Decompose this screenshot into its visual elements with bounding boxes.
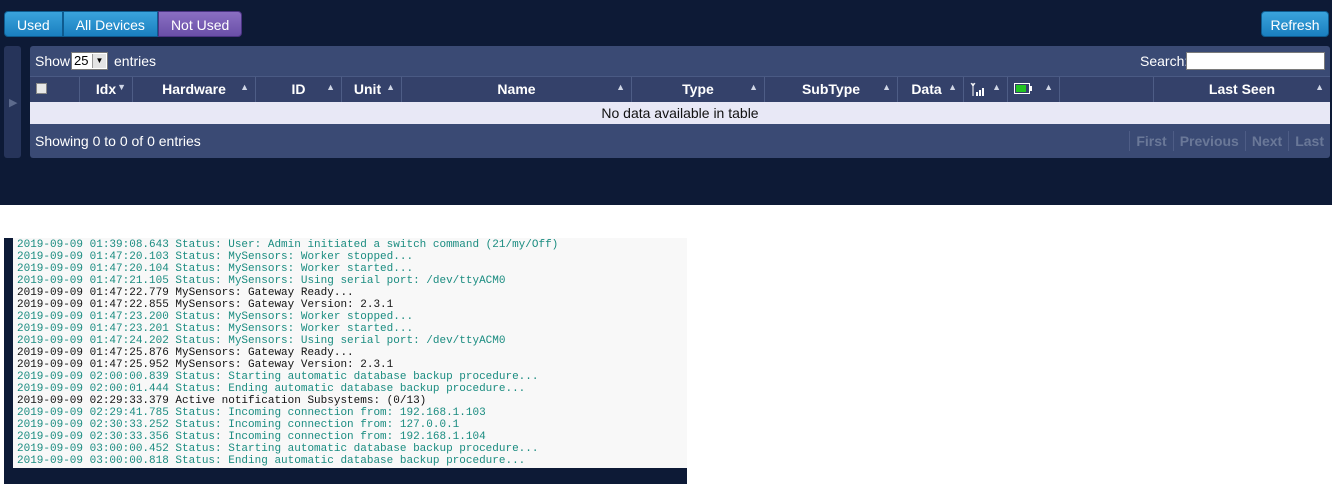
log-line: 2019-09-09 03:00:00.452 Status: Starting… xyxy=(17,443,539,455)
column-hardware[interactable]: Hardware ▲ xyxy=(133,77,256,102)
column-type[interactable]: Type ▲ xyxy=(632,77,765,102)
column-hardware-label: Hardware xyxy=(162,81,226,97)
column-spacer xyxy=(1060,77,1154,102)
log-line: 2019-09-09 01:47:23.200 Status: MySensor… xyxy=(17,311,414,323)
log-output[interactable]: 2019-09-09 01:39:08.643 Status: User: Ad… xyxy=(13,238,687,468)
sort-icon: ▲ xyxy=(1044,82,1053,92)
column-signal[interactable]: ▲ xyxy=(964,77,1008,102)
search-label: Search: xyxy=(1140,53,1189,69)
filter-not-used-button[interactable]: Not Used xyxy=(157,11,243,37)
filter-used-button[interactable]: Used xyxy=(4,11,63,37)
entries-length-value: 25 xyxy=(74,53,89,68)
log-line: 2019-09-09 02:00:01.444 Status: Ending a… xyxy=(17,383,526,395)
table-toolbar: Show 25 ▼ entries Search: xyxy=(30,46,1330,76)
table-info: Showing 0 to 0 of 0 entries xyxy=(35,133,201,149)
column-name-label: Name xyxy=(497,81,536,97)
entries-length-suffix: entries xyxy=(114,53,157,69)
log-line: 2019-09-09 02:00:00.839 Status: Starting… xyxy=(17,371,539,383)
table-footer: Showing 0 to 0 of 0 entries First Previo… xyxy=(30,124,1330,158)
sort-icon: ▲ xyxy=(616,82,625,92)
column-subtype-label: SubType xyxy=(801,81,861,97)
column-unit[interactable]: Unit ▲ xyxy=(342,77,402,102)
empty-table-message: No data available in table xyxy=(30,102,1330,124)
log-line: 2019-09-09 01:39:08.643 Status: User: Ad… xyxy=(17,239,559,251)
log-line: 2019-09-09 01:47:23.201 Status: MySensor… xyxy=(17,323,414,335)
sidebar-toggle[interactable]: ▶ xyxy=(4,46,21,158)
log-line: 2019-09-09 01:47:25.952 MySensors: Gatew… xyxy=(17,359,394,371)
chevron-down-icon: ▼ xyxy=(92,54,106,68)
column-battery[interactable]: ▲ xyxy=(1008,77,1060,102)
column-subtype[interactable]: SubType ▲ xyxy=(765,77,898,102)
log-line: 2019-09-09 01:47:20.103 Status: MySensor… xyxy=(17,251,414,263)
sort-desc-icon: ▼ xyxy=(117,82,126,92)
chevron-right-icon: ▶ xyxy=(9,97,18,109)
log-line: 2019-09-09 01:47:20.104 Status: MySensor… xyxy=(17,263,414,275)
column-id[interactable]: ID ▲ xyxy=(256,77,342,102)
battery-icon xyxy=(1014,83,1032,94)
log-panel: 2019-09-09 01:39:08.643 Status: User: Ad… xyxy=(4,238,687,484)
log-line: 2019-09-09 03:00:00.818 Status: Ending a… xyxy=(17,455,526,467)
sort-icon: ▲ xyxy=(1315,82,1324,92)
pagination-last-button[interactable]: Last xyxy=(1288,131,1330,151)
sort-icon: ▲ xyxy=(948,82,957,92)
sort-icon: ▲ xyxy=(749,82,758,92)
log-line: 2019-09-09 01:47:21.105 Status: MySensor… xyxy=(17,275,506,287)
pagination-next-button[interactable]: Next xyxy=(1244,131,1288,151)
column-idx[interactable]: Idx ▼ xyxy=(80,77,133,102)
select-all-checkbox[interactable] xyxy=(36,83,47,94)
filter-all-devices-button[interactable]: All Devices xyxy=(62,11,158,37)
log-line: 2019-09-09 01:47:25.876 MySensors: Gatew… xyxy=(17,347,354,359)
log-line: 2019-09-09 01:47:22.855 MySensors: Gatew… xyxy=(17,299,394,311)
devices-panel: Used All Devices Not Used Refresh ▶ Show… xyxy=(0,0,1332,205)
entries-length-label: Show xyxy=(35,53,71,69)
refresh-button[interactable]: Refresh xyxy=(1261,11,1329,37)
entries-length-select[interactable]: 25 ▼ xyxy=(71,52,108,70)
log-line: 2019-09-09 02:30:33.252 Status: Incoming… xyxy=(17,419,460,431)
log-line: 2019-09-09 01:47:24.202 Status: MySensor… xyxy=(17,335,506,347)
pagination: First Previous Next Last xyxy=(1129,131,1330,151)
signal-icon xyxy=(970,82,984,96)
pagination-previous-button[interactable]: Previous xyxy=(1172,131,1245,151)
log-line: 2019-09-09 02:29:33.379 Active notificat… xyxy=(17,395,427,407)
sort-icon: ▲ xyxy=(992,82,1001,92)
select-all-header[interactable] xyxy=(30,77,80,102)
column-type-label: Type xyxy=(682,81,714,97)
column-last-seen-label: Last Seen xyxy=(1208,81,1276,97)
table-header: Idx ▼ Hardware ▲ ID ▲ Unit ▲ Name ▲ Type… xyxy=(30,76,1330,102)
log-line: 2019-09-09 02:30:33.356 Status: Incoming… xyxy=(17,431,486,443)
search-input[interactable] xyxy=(1186,52,1325,70)
column-data[interactable]: Data ▲ xyxy=(898,77,964,102)
device-filter-group: Used All Devices Not Used xyxy=(4,11,243,37)
log-line: 2019-09-09 01:47:22.779 MySensors: Gatew… xyxy=(17,287,354,299)
column-last-seen[interactable]: Last Seen ▲ xyxy=(1154,77,1330,102)
column-name[interactable]: Name ▲ xyxy=(402,77,632,102)
sort-icon: ▲ xyxy=(386,82,395,92)
devices-table: Show 25 ▼ entries Search: Idx ▼ Hardware… xyxy=(30,46,1330,158)
pagination-first-button[interactable]: First xyxy=(1129,131,1172,151)
log-line: 2019-09-09 02:29:41.785 Status: Incoming… xyxy=(17,407,486,419)
sort-icon: ▲ xyxy=(240,82,249,92)
